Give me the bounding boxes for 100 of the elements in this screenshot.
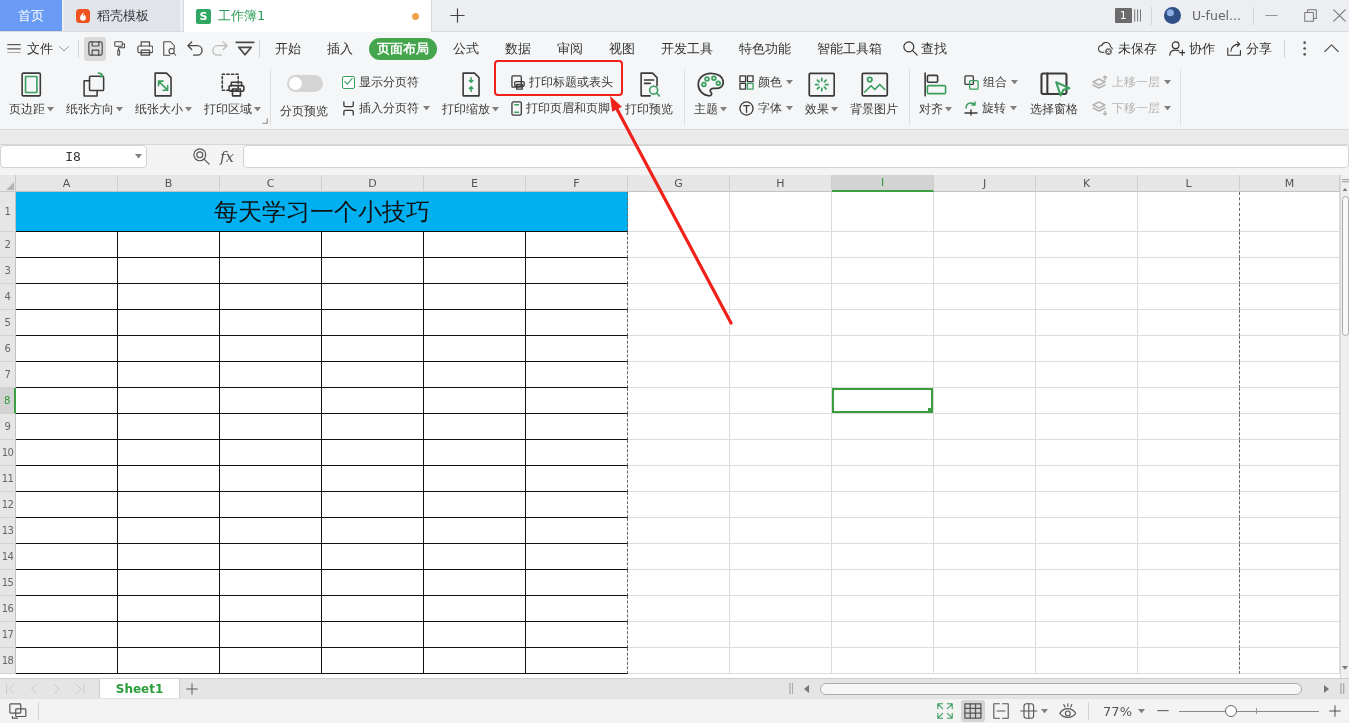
close-icon[interactable] (1333, 9, 1346, 22)
toolbar-button[interactable]: 效果 (801, 69, 843, 125)
column-header[interactable]: G (628, 175, 730, 192)
toolbar-button[interactable]: 打印区域 (200, 69, 265, 125)
window-count-badge[interactable]: 1 (1114, 8, 1132, 23)
more-icon[interactable] (1302, 41, 1306, 56)
row-header[interactable]: 14 (0, 544, 16, 570)
ribbon-tab[interactable]: 插入 (314, 37, 366, 60)
zoom-in-icon[interactable] (1329, 705, 1341, 717)
new-tab-icon[interactable] (450, 8, 465, 23)
ribbon-tab[interactable]: 开发工具 (648, 37, 726, 60)
row-header[interactable]: 17 (0, 622, 16, 648)
document-tab[interactable]: 稻壳模板 (64, 0, 180, 31)
scroll-up-icon[interactable] (1342, 187, 1348, 192)
file-menu-button[interactable]: 文件 (5, 36, 73, 61)
toolbar-button[interactable]: 组合 (960, 71, 1023, 93)
minimize-icon[interactable] (1265, 14, 1278, 17)
row-header[interactable]: 5 (0, 310, 16, 336)
toolbar-button[interactable]: 对齐 (915, 69, 957, 125)
row-header[interactable]: 12 (0, 492, 16, 518)
name-box[interactable]: I8 (0, 145, 147, 168)
ribbon-tab[interactable]: 视图 (596, 37, 648, 60)
avatar-icon[interactable] (1163, 7, 1181, 24)
ribbon-tab[interactable]: 开始 (262, 37, 314, 60)
toolbar-button[interactable]: 背景图片 (846, 69, 905, 125)
scroll-thumb[interactable] (820, 682, 1303, 695)
column-header[interactable]: F (526, 175, 628, 192)
scroll-thumb[interactable] (1341, 196, 1349, 337)
row-header[interactable]: 11 (0, 466, 16, 492)
add-sheet-icon[interactable] (186, 682, 199, 695)
user-name[interactable]: U-fuel... (1191, 8, 1241, 23)
row-header[interactable]: 9 (0, 414, 16, 440)
toolbar-button[interactable]: 打印预览 (621, 69, 680, 125)
column-header[interactable]: D (322, 175, 424, 192)
column-header[interactable]: J (934, 175, 1036, 192)
selected-cell[interactable] (832, 388, 934, 414)
row-header[interactable]: 18 (0, 648, 16, 674)
ribbon-tab[interactable]: 特色功能 (726, 37, 804, 60)
column-header[interactable]: A (16, 175, 118, 192)
sheet-tab[interactable]: Sheet1 (98, 679, 181, 698)
toolbar-button[interactable]: 旋转 (960, 97, 1022, 119)
save-button[interactable] (84, 36, 106, 61)
checkbox[interactable] (342, 75, 355, 89)
zoom-level-button[interactable]: 77% (1103, 703, 1145, 719)
row-header[interactable]: 6 (0, 336, 16, 362)
column-header[interactable]: K (1036, 175, 1138, 192)
row-header[interactable]: 3 (0, 258, 16, 284)
column-header[interactable]: E (424, 175, 526, 192)
dialog-launcher-icon[interactable] (262, 118, 268, 124)
normal-view-button[interactable] (961, 700, 985, 722)
scroll-down-icon[interactable] (1342, 666, 1348, 670)
column-header[interactable]: L (1138, 175, 1240, 192)
toolbar-button[interactable]: 页边距 (5, 69, 58, 125)
toolbar-button[interactable]: 纸张方向 (62, 69, 127, 125)
checkbox-option[interactable]: 显示分页符 (338, 71, 423, 93)
column-header[interactable]: B (118, 175, 220, 192)
overlapping-screens-icon[interactable] (9, 703, 28, 719)
toolbar-button[interactable]: 打印缩放 (438, 69, 504, 125)
toolbar-button[interactable]: 插入分页符 (338, 97, 435, 119)
toolbar-button[interactable]: 打印页眉和页脚 (507, 97, 615, 119)
toolbar-button[interactable]: 颜色 (735, 71, 798, 93)
restore-icon[interactable] (1304, 9, 1317, 22)
scroll-right-icon[interactable] (1324, 684, 1330, 693)
ribbon-tab[interactable]: 数据 (492, 37, 544, 60)
row-header[interactable]: 4 (0, 284, 16, 310)
collaborate-button[interactable]: 协作 (1168, 39, 1216, 58)
merged-title-cell[interactable]: 每天学习一个小技巧 (16, 192, 628, 232)
column-header[interactable]: H (730, 175, 832, 192)
ribbon-tab[interactable]: 智能工具箱 (804, 37, 895, 60)
ribbon-tab[interactable]: 公式 (440, 37, 492, 60)
collapse-ribbon-icon[interactable] (1324, 44, 1339, 53)
horizontal-scrollbar[interactable] (804, 680, 1330, 697)
toolbar-button[interactable]: 纸张大小 (131, 69, 196, 125)
row-header[interactable]: 16 (0, 596, 16, 622)
row-header[interactable]: 7 (0, 362, 16, 388)
zoom-search-icon[interactable] (193, 148, 210, 165)
vertical-scrollbar[interactable] (1340, 175, 1349, 678)
save-status-button[interactable]: 未保存 (1098, 39, 1157, 58)
toolbar-button[interactable]: 选择窗格 (1026, 69, 1085, 125)
ribbon-tab[interactable]: 审阅 (544, 37, 596, 60)
toggle-button[interactable]: 分页预览 (276, 69, 334, 125)
column-header[interactable]: M (1240, 175, 1340, 192)
function-button[interactable]: fx (220, 147, 234, 166)
toolbar-button[interactable]: 主题 (690, 69, 732, 125)
row-header[interactable]: 1 (0, 192, 16, 232)
row-header[interactable]: 13 (0, 518, 16, 544)
fill-handle-icon[interactable] (928, 408, 933, 413)
share-button[interactable]: 分享 (1227, 39, 1272, 58)
document-tab[interactable]: S 工作簿1 (183, 0, 432, 32)
scroll-left-icon[interactable] (804, 684, 810, 693)
slider-thumb[interactable] (1225, 705, 1238, 717)
row-header[interactable]: 2 (0, 232, 16, 258)
search-button[interactable]: 查找 (903, 39, 947, 58)
formula-input[interactable] (243, 145, 1349, 168)
column-header[interactable]: C (220, 175, 322, 192)
row-header[interactable]: 10 (0, 440, 16, 466)
toggle-switch[interactable] (287, 75, 323, 92)
row-header[interactable]: 15 (0, 570, 16, 596)
toolbar-button[interactable]: 打印标题或表头 (507, 71, 618, 93)
toolbar-button[interactable]: 字体 (735, 97, 798, 119)
